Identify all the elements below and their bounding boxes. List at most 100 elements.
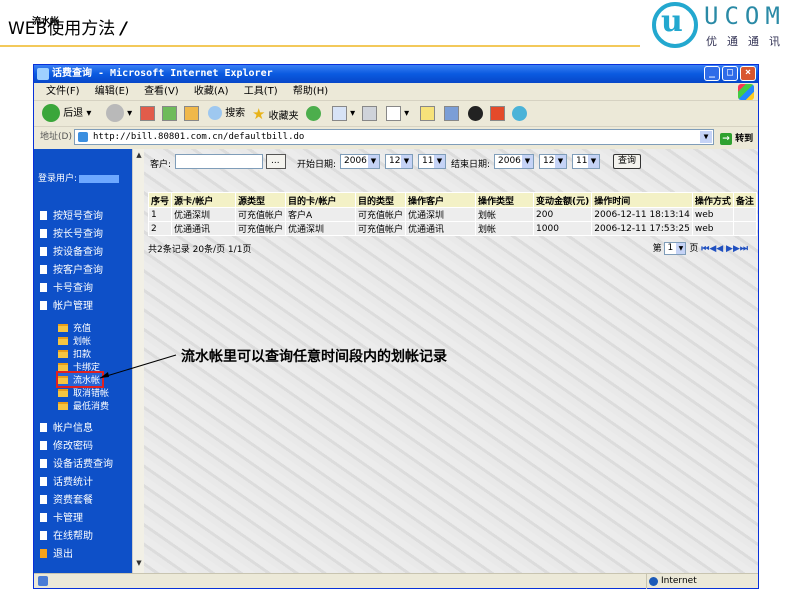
table-cell: [732, 207, 757, 222]
pager-suffix: 页: [689, 244, 699, 254]
folder-icon: [58, 389, 68, 397]
go-button[interactable]: → 转到: [720, 129, 753, 149]
sidebar-item-label: 按短号查询: [53, 211, 103, 222]
close-button[interactable]: ×: [740, 66, 756, 81]
sidebar-item-customer[interactable]: 按客户查询: [40, 261, 103, 276]
address-input[interactable]: http://bill.80801.com.cn/defaultbill.do …: [74, 129, 714, 145]
folder-icon: [58, 402, 68, 410]
sidebar-item-label: 按长号查询: [53, 229, 103, 240]
table-cell: 优通深圳: [171, 207, 237, 222]
end-date-label: 结束日期:: [451, 160, 491, 170]
customer-input[interactable]: [175, 154, 263, 169]
sidebar-item-label: 帐户管理: [53, 301, 93, 312]
start-year-value: 2006: [344, 156, 367, 166]
sidebar-item-account-info[interactable]: 帐户信息: [40, 419, 93, 434]
table-cell: web: [691, 221, 734, 236]
stop-icon: [140, 105, 155, 121]
back-button[interactable]: 后退 ▾: [42, 104, 91, 124]
search-button[interactable]: 搜索: [208, 104, 245, 124]
logged-in-user: 登录用户:: [38, 171, 120, 184]
word-icon: [386, 105, 401, 121]
menu-help[interactable]: 帮助(H): [293, 86, 328, 97]
table-header-row: 序号 源卡/帐户 源类型 目的卡/帐户 目的类型 操作客户 操作类型 变动金额(…: [147, 192, 757, 208]
print-button[interactable]: [362, 104, 377, 124]
col-header: 操作方式: [691, 192, 734, 208]
menu-file[interactable]: 文件(F): [46, 86, 80, 97]
chevron-down-icon: ▼: [555, 155, 566, 168]
sidebar-item-card-management[interactable]: 卡管理: [40, 509, 83, 524]
sidebar-item-short-number[interactable]: 按短号查询: [40, 207, 103, 222]
sidebar-item-device-fees[interactable]: 设备话费查询: [40, 455, 113, 470]
sub-item-recharge[interactable]: 充值: [58, 321, 91, 334]
query-button[interactable]: 查询: [613, 154, 641, 169]
sub-item-ledger[interactable]: 流水帐: [55, 371, 105, 388]
notes-button[interactable]: [420, 104, 435, 124]
plugin-button[interactable]: [490, 104, 505, 124]
page-select[interactable]: 1 ▼: [664, 242, 687, 255]
start-year-select[interactable]: 2006 ▼: [340, 154, 380, 169]
stop-button[interactable]: [140, 104, 155, 124]
header-rule: [0, 45, 640, 47]
sidebar-item-fee-stats[interactable]: 话费统计: [40, 473, 93, 488]
menu-edit[interactable]: 编辑(E): [95, 86, 129, 97]
sidebar-item-logout[interactable]: 退出: [40, 545, 73, 560]
table-cell: 1000: [533, 221, 593, 236]
table-cell: 1: [147, 207, 173, 222]
qq-button[interactable]: [468, 104, 483, 124]
pager-prefix: 第: [652, 244, 662, 254]
end-year-select[interactable]: 2006 ▼: [494, 154, 534, 169]
refresh-button[interactable]: [162, 104, 177, 124]
mail-button[interactable]: ▾: [332, 104, 355, 124]
sidebar-item-device[interactable]: 按设备查询: [40, 243, 103, 258]
favorites-button[interactable]: ★ 收藏夹: [252, 104, 299, 124]
next-page-icon[interactable]: ▶▶: [726, 244, 740, 254]
sidebar-item-card-number[interactable]: 卡号查询: [40, 279, 93, 294]
start-day-select[interactable]: 11 ▼: [418, 154, 446, 169]
edit-button[interactable]: ▾: [386, 104, 409, 124]
menu-tools[interactable]: 工具(T): [244, 86, 278, 97]
sidebar-item-account-management[interactable]: 帐户管理: [40, 297, 93, 312]
customer-label: 客户:: [150, 160, 172, 170]
menu-view[interactable]: 查看(V): [144, 86, 179, 97]
start-day-value: 11: [422, 156, 434, 166]
sub-item-deduction[interactable]: 扣款: [58, 347, 91, 360]
scroll-up-icon[interactable]: ▲: [134, 151, 144, 161]
doc-icon: [40, 229, 47, 238]
history-button[interactable]: [306, 104, 321, 124]
sidebar-scrollbar[interactable]: ▲ ▼: [132, 149, 144, 573]
messenger-button[interactable]: [444, 104, 459, 124]
security-zone: Internet: [646, 574, 697, 589]
messenger-icon: [444, 105, 459, 121]
window-titlebar[interactable]: 话费查询 - Microsoft Internet Explorer _ □ ×: [34, 65, 758, 83]
sidebar-item-label: 卡号查询: [53, 283, 93, 294]
col-header: 目的卡/帐户: [285, 192, 357, 208]
col-header: 源类型: [235, 192, 287, 208]
chevron-down-icon: ▼: [368, 155, 379, 168]
forward-button[interactable]: ▾: [106, 104, 132, 124]
toolbar: 后退 ▾ ▾ 搜索 ★ 收藏夹 ▾ ▾: [34, 101, 758, 127]
sub-item-transfer[interactable]: 划帐: [58, 334, 91, 347]
sidebar-item-label: 修改密码: [53, 441, 93, 452]
sidebar-item-long-number[interactable]: 按长号查询: [40, 225, 103, 240]
address-dropdown-icon[interactable]: ▼: [700, 131, 712, 143]
last-page-icon[interactable]: ⏭: [740, 244, 748, 254]
minimize-button[interactable]: _: [704, 66, 720, 81]
prev-page-icon[interactable]: ◀◀: [709, 244, 723, 254]
sub-item-minimum-spend[interactable]: 最低消费: [58, 399, 109, 412]
menu-favorites[interactable]: 收藏(A): [194, 86, 229, 97]
sidebar-item-label: 在线帮助: [53, 531, 93, 542]
addon-button[interactable]: [512, 104, 527, 124]
start-month-select[interactable]: 12 ▼: [385, 154, 413, 169]
sub-item-cancel-error[interactable]: 取消错帐: [58, 386, 109, 399]
scroll-down-icon[interactable]: ▼: [134, 559, 144, 569]
sidebar-item-tariff-plans[interactable]: 资费套餐: [40, 491, 93, 506]
sidebar-item-change-password[interactable]: 修改密码: [40, 437, 93, 452]
end-day-select[interactable]: 11 ▼: [572, 154, 600, 169]
maximize-button[interactable]: □: [722, 66, 738, 81]
customer-browse-button[interactable]: ...: [266, 154, 286, 169]
sub-item-card-binding[interactable]: 卡绑定: [58, 360, 100, 373]
home-button[interactable]: [184, 104, 199, 124]
sidebar-item-online-help[interactable]: 在线帮助: [40, 527, 93, 542]
end-month-select[interactable]: 12 ▼: [539, 154, 567, 169]
chevron-down-icon: ▼: [522, 155, 533, 168]
